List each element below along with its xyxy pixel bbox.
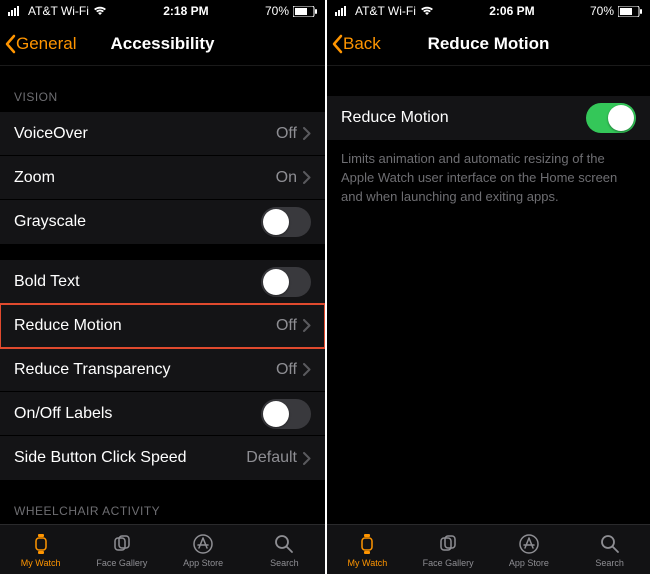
watch-icon bbox=[29, 532, 53, 556]
row-reduce-motion-toggle[interactable]: Reduce Motion bbox=[327, 96, 650, 140]
row-reduce-transparency[interactable]: Reduce Transparency Off bbox=[0, 348, 325, 392]
row-label: Bold Text bbox=[14, 273, 261, 291]
tab-label: Face Gallery bbox=[423, 558, 474, 568]
row-label: Reduce Motion bbox=[14, 317, 276, 335]
signal-icon bbox=[335, 6, 351, 16]
section-header-wheelchair: WHEELCHAIR ACTIVITY bbox=[0, 480, 325, 524]
row-detail: On bbox=[276, 169, 297, 187]
chevron-right-icon bbox=[303, 363, 311, 376]
tab-face-gallery[interactable]: Face Gallery bbox=[81, 525, 162, 574]
back-label: Back bbox=[343, 34, 381, 54]
row-detail: Default bbox=[246, 449, 297, 467]
tab-label: Search bbox=[595, 558, 624, 568]
row-label: Reduce Transparency bbox=[14, 361, 276, 379]
row-detail: Off bbox=[276, 317, 297, 335]
description-text: Limits animation and automatic resizing … bbox=[327, 140, 650, 217]
spacer bbox=[327, 66, 650, 96]
carrier-text: AT&T Wi-Fi bbox=[355, 4, 416, 18]
accessibility-panel: AT&T Wi-Fi 2:18 PM 70% General Accessibi… bbox=[0, 0, 325, 574]
clock: 2:18 PM bbox=[107, 4, 265, 18]
signal-icon bbox=[8, 6, 24, 16]
row-label: On/Off Labels bbox=[14, 405, 261, 423]
tab-bar: My Watch Face Gallery App Store Search bbox=[0, 524, 325, 574]
status-bar: AT&T Wi-Fi 2:18 PM 70% bbox=[0, 0, 325, 22]
tab-label: Search bbox=[270, 558, 299, 568]
row-detail: Off bbox=[276, 125, 297, 143]
nav-bar: Back Reduce Motion bbox=[327, 22, 650, 66]
app-store-icon bbox=[517, 532, 541, 556]
row-voiceover[interactable]: VoiceOver Off bbox=[0, 112, 325, 156]
toggle-knob bbox=[263, 269, 289, 295]
tab-label: Face Gallery bbox=[96, 558, 147, 568]
row-label: Side Button Click Speed bbox=[14, 449, 246, 467]
nav-bar: General Accessibility bbox=[0, 22, 325, 66]
tab-label: App Store bbox=[509, 558, 549, 568]
tab-label: My Watch bbox=[21, 558, 61, 568]
tab-label: App Store bbox=[183, 558, 223, 568]
row-label: Grayscale bbox=[14, 213, 261, 231]
toggle-grayscale[interactable] bbox=[261, 207, 311, 237]
toggle-knob bbox=[263, 401, 289, 427]
row-zoom[interactable]: Zoom On bbox=[0, 156, 325, 200]
battery-text: 70% bbox=[590, 4, 614, 18]
app-store-icon bbox=[191, 532, 215, 556]
back-button[interactable]: Back bbox=[327, 34, 381, 54]
content-scroll[interactable]: Reduce Motion Limits animation and autom… bbox=[327, 66, 650, 524]
tab-bar: My Watch Face Gallery App Store Search bbox=[327, 524, 650, 574]
row-detail: Off bbox=[276, 361, 297, 379]
toggle-knob bbox=[608, 105, 634, 131]
back-label: General bbox=[16, 34, 76, 54]
row-label: Reduce Motion bbox=[341, 109, 586, 127]
chevron-right-icon bbox=[303, 127, 311, 140]
chevron-right-icon bbox=[303, 319, 311, 332]
row-label: Zoom bbox=[14, 169, 276, 187]
tab-app-store[interactable]: App Store bbox=[163, 525, 244, 574]
clock: 2:06 PM bbox=[434, 4, 590, 18]
row-bold-text[interactable]: Bold Text bbox=[0, 260, 325, 304]
tab-search[interactable]: Search bbox=[569, 525, 650, 574]
chevron-right-icon bbox=[303, 452, 311, 465]
chevron-right-icon bbox=[303, 171, 311, 184]
tab-app-store[interactable]: App Store bbox=[489, 525, 570, 574]
reduce-motion-panel: AT&T Wi-Fi 2:06 PM 70% Back Reduce Motio… bbox=[325, 0, 650, 574]
battery-icon bbox=[293, 6, 317, 17]
row-label: VoiceOver bbox=[14, 125, 276, 143]
battery-text: 70% bbox=[265, 4, 289, 18]
carrier-text: AT&T Wi-Fi bbox=[28, 4, 89, 18]
content-scroll[interactable]: VISION VoiceOver Off Zoom On Grayscale B… bbox=[0, 66, 325, 524]
toggle-knob bbox=[263, 209, 289, 235]
toggle-onoff-labels[interactable] bbox=[261, 399, 311, 429]
search-icon bbox=[598, 532, 622, 556]
tab-my-watch[interactable]: My Watch bbox=[327, 525, 408, 574]
wifi-icon bbox=[93, 6, 107, 16]
tab-face-gallery[interactable]: Face Gallery bbox=[408, 525, 489, 574]
section-header-vision: VISION bbox=[0, 66, 325, 112]
chevron-left-icon bbox=[4, 34, 16, 54]
watch-icon bbox=[355, 532, 379, 556]
tab-label: My Watch bbox=[348, 558, 388, 568]
tab-search[interactable]: Search bbox=[244, 525, 325, 574]
row-grayscale[interactable]: Grayscale bbox=[0, 200, 325, 244]
spacer bbox=[0, 244, 325, 260]
row-side-button[interactable]: Side Button Click Speed Default bbox=[0, 436, 325, 480]
status-bar: AT&T Wi-Fi 2:06 PM 70% bbox=[327, 0, 650, 22]
face-gallery-icon bbox=[110, 532, 134, 556]
reduce-motion-group: Reduce Motion bbox=[327, 96, 650, 140]
toggle-bold-text[interactable] bbox=[261, 267, 311, 297]
back-button[interactable]: General bbox=[0, 34, 76, 54]
row-onoff-labels[interactable]: On/Off Labels bbox=[0, 392, 325, 436]
row-reduce-motion[interactable]: Reduce Motion Off bbox=[0, 304, 325, 348]
tab-my-watch[interactable]: My Watch bbox=[0, 525, 81, 574]
vision-group: VoiceOver Off Zoom On Grayscale bbox=[0, 112, 325, 244]
face-gallery-icon bbox=[436, 532, 460, 556]
text-group: Bold Text Reduce Motion Off Reduce Trans… bbox=[0, 260, 325, 480]
battery-icon bbox=[618, 6, 642, 17]
search-icon bbox=[272, 532, 296, 556]
chevron-left-icon bbox=[331, 34, 343, 54]
toggle-reduce-motion[interactable] bbox=[586, 103, 636, 133]
wifi-icon bbox=[420, 6, 434, 16]
